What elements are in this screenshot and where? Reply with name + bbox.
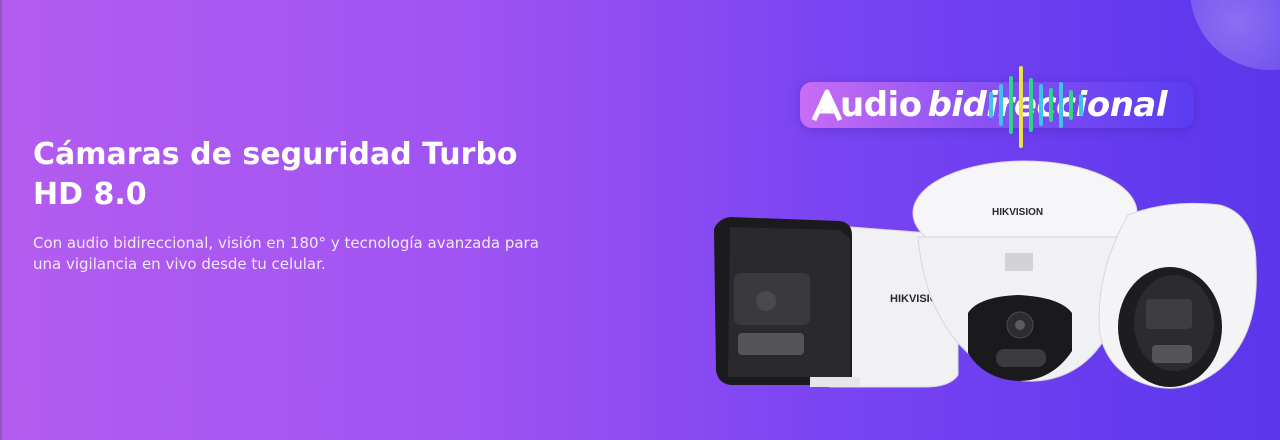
badge-text-regular: udio — [840, 85, 922, 125]
soundwave-icon — [989, 66, 1083, 148]
hero-title: Cámaras de seguridad Turbo HD 8.0 — [33, 137, 518, 212]
brand-label: HIKVISION — [992, 207, 1043, 218]
camera-lineup: HIKVISION HIKVISION — [714, 160, 1257, 389]
hero-description: Con audio bidireccional, visión en 180° … — [33, 234, 539, 273]
hero-banner: Cámaras de seguridad Turbo HD 8.0 Con au… — [0, 0, 1280, 440]
decorative-orb — [1190, 0, 1280, 70]
divider — [0, 0, 2, 440]
turret-camera-icon — [1098, 202, 1257, 389]
